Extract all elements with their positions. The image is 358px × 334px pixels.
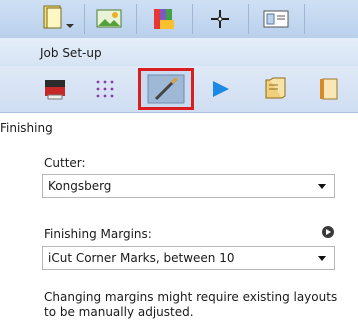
toolbar-divider — [248, 4, 249, 34]
color-triangle-icon[interactable] — [204, 72, 238, 106]
toolbar-divider — [84, 4, 85, 34]
margins-note: Changing margins might require existing … — [44, 290, 338, 319]
arrow-circle-icon[interactable] — [322, 226, 334, 238]
printer-icon[interactable] — [38, 72, 72, 106]
crosshair-icon[interactable] — [196, 2, 244, 35]
grid-dots-icon[interactable] — [88, 72, 122, 106]
color-palette-icon[interactable] — [140, 2, 188, 35]
finishing-knife-icon[interactable] — [144, 72, 188, 106]
finishing-margins-value: iCut Corner Marks, between 10 — [48, 251, 235, 265]
chevron-down-icon — [318, 256, 326, 261]
panel-icon[interactable] — [312, 72, 346, 106]
book-icon[interactable] — [258, 72, 292, 106]
document-dropdown-icon[interactable] — [38, 2, 84, 35]
section-title-finishing: Finishing — [0, 121, 53, 135]
toolbar-divider — [136, 4, 137, 34]
cutter-select[interactable]: Kongsberg — [42, 174, 335, 198]
chevron-down-icon — [318, 184, 326, 189]
cutter-value: Kongsberg — [48, 179, 112, 193]
image-icon[interactable] — [88, 2, 132, 35]
finishing-margins-label: Finishing Margins: — [44, 227, 152, 241]
toolbar-divider — [304, 4, 305, 34]
layout-icon[interactable] — [252, 2, 300, 35]
toolbar-divider — [192, 4, 193, 34]
job-setup-title: Job Set-up — [40, 46, 102, 60]
finishing-margins-select[interactable]: iCut Corner Marks, between 10 — [42, 246, 335, 270]
cutter-label: Cutter: — [44, 156, 86, 170]
